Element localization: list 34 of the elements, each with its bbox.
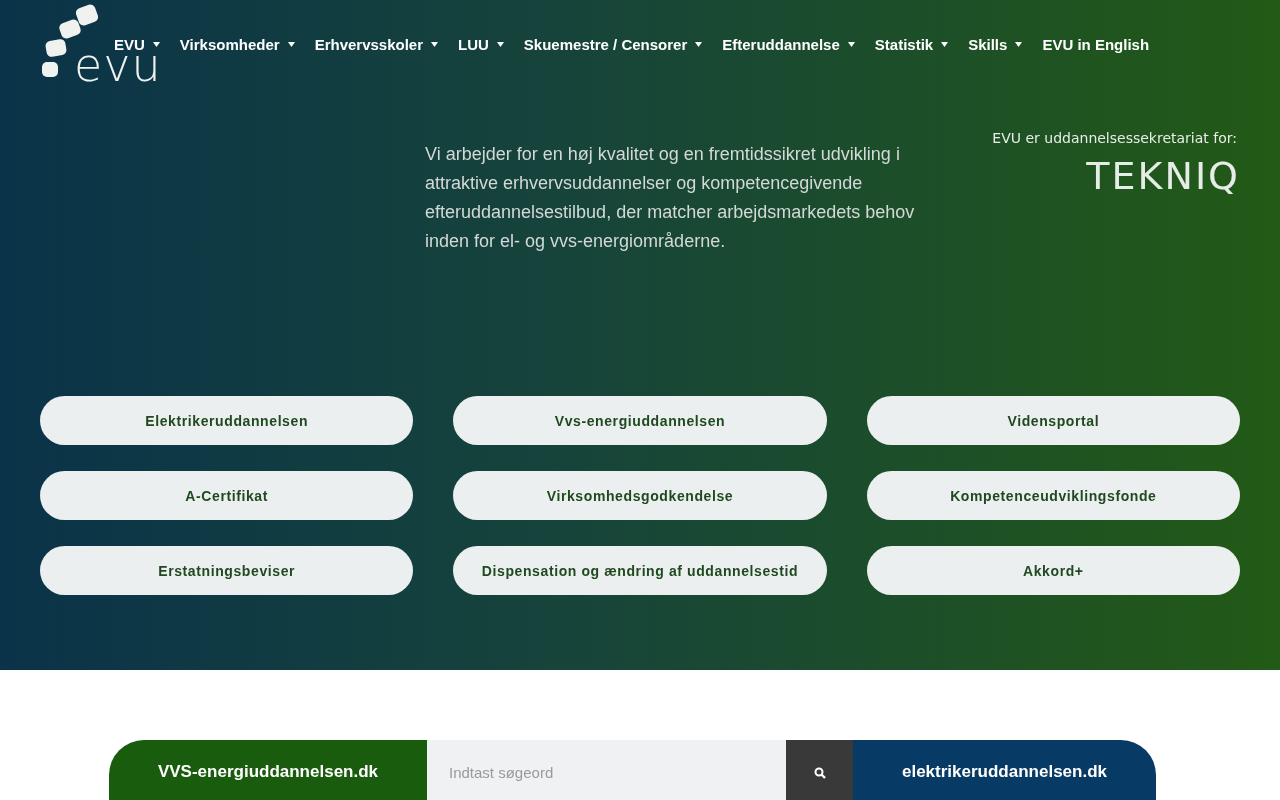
search-field[interactable]: Indtast søgeord (427, 740, 786, 800)
search-icon (813, 766, 826, 779)
caret-icon (496, 41, 504, 47)
link-button[interactable]: Virksomhedsgodkendelse (453, 471, 827, 520)
nav-link[interactable]: EVU (104, 34, 170, 54)
caret-icon (695, 41, 703, 47)
nav-link[interactable]: Virksomheder (169, 34, 305, 54)
nav-link[interactable]: Efteruddannelse (712, 34, 865, 54)
link-button[interactable]: Akkord+ (866, 546, 1240, 595)
caret-icon (287, 41, 295, 47)
nav-link[interactable]: EVU in English (1032, 34, 1160, 54)
partner-logo[interactable]: TEKNIQ (1086, 156, 1240, 196)
link-button[interactable]: A-Certifikat (40, 471, 414, 520)
nav-link[interactable]: Erhvervsskoler (304, 34, 449, 54)
link-button[interactable]: Vidensportal (866, 396, 1240, 445)
link-button[interactable]: Vvs-energiuddannelsen (453, 396, 827, 445)
nav-link[interactable]: Skills (958, 34, 1033, 54)
intro-paragraph: Vi arbejder for en høj kvalitet og en fremtidssikret udvikling i attraktive erhvervsuddannelser og kompetencegivende efteruddannelsestilbud, der matcher arbejdsmarkedets behov inden for el- og vvs-energiområderne. (425, 143, 916, 253)
secretariat-text: EVU er uddannelsessekretariat for: (992, 130, 1237, 146)
caret-icon (431, 41, 439, 47)
site-link[interactable]: elektrikeruddannelsen.dk (853, 740, 1156, 800)
nav-link[interactable]: Statistik (864, 34, 959, 54)
nav-link[interactable]: Skuemestre / Censorer (513, 34, 713, 54)
search-button[interactable] (786, 740, 853, 800)
link-button[interactable]: Elektrikeruddannelsen (40, 396, 414, 445)
site-link[interactable]: VVS-energiuddannelsen.dk (109, 740, 427, 800)
caret-icon (1015, 41, 1023, 47)
link-button[interactable]: Kompetenceudviklingsfonde (866, 471, 1240, 520)
caret-icon (847, 41, 855, 47)
link-button[interactable]: Dispensation og ændring af uddannelsestid (453, 546, 827, 595)
link-button[interactable]: Erstatningsbeviser (40, 546, 414, 595)
nav-link[interactable]: LUU (448, 34, 514, 54)
caret-icon (941, 41, 949, 47)
caret-icon (152, 41, 160, 47)
